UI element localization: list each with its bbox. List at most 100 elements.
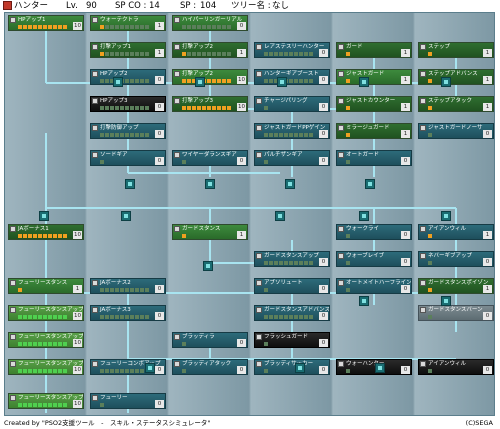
partisan-icon: [256, 152, 262, 158]
skill-node[interactable]: ブラッディサッカー 0: [254, 359, 330, 375]
skill-node[interactable]: ジャストカウンター 1: [336, 96, 412, 112]
skill-node[interactable]: ステップアタック 1: [418, 96, 494, 112]
level-pip: [217, 52, 221, 56]
level-pip: [105, 369, 109, 373]
skill-level-bar: [428, 52, 433, 56]
parry-icon: [256, 98, 262, 104]
skill-node[interactable]: ウォーハンター 0: [336, 359, 412, 375]
skill-node[interactable]: オートガード 0: [336, 150, 412, 166]
skill-level-value: 1: [155, 22, 164, 30]
skill-node[interactable]: フューリースタンスアップ 10: [8, 332, 84, 348]
skill-node[interactable]: HPアップ3 0: [90, 96, 166, 112]
skill-node[interactable]: パルチザンギア 0: [254, 150, 330, 166]
skill-level-value: 10: [73, 231, 82, 239]
skill-node[interactable]: ハイパーリンガーリアル 0: [172, 15, 248, 31]
skill-node[interactable]: ウォークライ 0: [336, 224, 412, 240]
skill-node[interactable]: ウォーブレイブ 0: [336, 251, 412, 267]
skill-node[interactable]: ガードスタンスバーン 0: [418, 305, 494, 321]
class-icon: [3, 1, 12, 10]
skill-node[interactable]: 打撃アップ3 10: [172, 96, 248, 112]
skill-node[interactable]: HPアップ1 10: [8, 15, 84, 31]
skill-node[interactable]: フューリー 0: [90, 393, 166, 409]
skill-node[interactable]: ステップ 1: [418, 42, 494, 58]
skill-node[interactable]: フラッシュガード 0: [254, 332, 330, 348]
level-pip: [28, 403, 32, 407]
footer: Created by "PSO2支援ツール - スキル・ステータスシミュレータ"…: [4, 417, 495, 429]
level-pip: [207, 106, 211, 110]
skill-node[interactable]: ガード 1: [336, 42, 412, 58]
skill-node[interactable]: レアステスリーハンター 0: [254, 42, 330, 58]
skill-node[interactable]: ジャストガードPPゲイン 0: [254, 123, 330, 139]
skill-level-value: 0: [401, 231, 410, 239]
combo-icon: [92, 361, 98, 367]
skill-node[interactable]: フューリースタンスアップ 10: [8, 393, 84, 409]
skill-node[interactable]: アイアンウィル 1: [418, 224, 494, 240]
skill-node[interactable]: ジャストガード 1: [336, 69, 412, 85]
skill-node[interactable]: ガードスタンス 1: [172, 224, 248, 240]
skill-node[interactable]: アイアンウィル 0: [418, 359, 494, 375]
skill-level-value: 0: [483, 312, 492, 320]
skill-level-bar: [100, 79, 150, 83]
skill-node[interactable]: ステップアドバンス 1: [418, 69, 494, 85]
level-pip: [182, 342, 186, 346]
skill-level-value: 0: [237, 339, 246, 347]
skill-node[interactable]: ウォーテクトラ 1: [90, 15, 166, 31]
skill-node[interactable]: アブソリュート 0: [254, 278, 330, 294]
level-pip: [299, 315, 303, 319]
skill-level-value: 0: [319, 103, 328, 111]
level-pip: [217, 25, 221, 29]
level-pip: [43, 342, 47, 346]
skill-node[interactable]: ワイヤーダランスギア 0: [172, 150, 248, 166]
rare-icon: [256, 44, 262, 50]
skill-node[interactable]: フューリースタンスアップ 10: [8, 359, 84, 375]
skill-node[interactable]: ブラッディラ 0: [172, 332, 248, 348]
skill-node[interactable]: 打撃アップ2 10: [172, 69, 248, 85]
skill-name: JAボーナス1: [18, 226, 49, 232]
level-pip: [110, 52, 114, 56]
level-pip: [58, 403, 62, 407]
level-pip: [140, 52, 144, 56]
skill-node[interactable]: チャージパリング 0: [254, 96, 330, 112]
level-pip: [140, 106, 144, 110]
level-pip: [264, 133, 268, 137]
skill-level-value: 1: [73, 285, 82, 293]
level-pip: [58, 342, 62, 346]
level-pip: [110, 288, 114, 292]
skill-node[interactable]: フューリースタンス 1: [8, 278, 84, 294]
skill-node[interactable]: ソードギア 0: [90, 150, 166, 166]
level-pip: [23, 25, 27, 29]
skill-node[interactable]: ミラージュガード 1: [336, 123, 412, 139]
skill-node[interactable]: JAボーナス1 10: [8, 224, 84, 240]
skill-node[interactable]: JAボーナス2 0: [90, 278, 166, 294]
skill-node[interactable]: 打撃防御アップ 0: [90, 123, 166, 139]
level-pip: [269, 133, 273, 137]
skill-node[interactable]: ハンターギアブースト 0: [254, 69, 330, 85]
level-pip: [304, 261, 308, 265]
level-pip: [274, 261, 278, 265]
level-pip: [130, 52, 134, 56]
level-pip: [202, 106, 206, 110]
skill-node[interactable]: JAボーナス3 0: [90, 305, 166, 321]
skill-node[interactable]: ブラッディアタック 0: [172, 359, 248, 375]
level-pip: [289, 79, 293, 83]
skill-node[interactable]: ガードスタンスアドバンス 0: [254, 305, 330, 321]
skill-level-bar: [18, 315, 68, 319]
skill-node[interactable]: ガードスタンスアップ 0: [254, 251, 330, 267]
skill-node[interactable]: ガードスタンスポイゾン 1: [418, 278, 494, 294]
level-pip: [115, 369, 119, 373]
skill-name: JAボーナス2: [100, 280, 131, 286]
skill-node[interactable]: 打撃アップ2 1: [172, 42, 248, 58]
skill-node[interactable]: HPアップ2 0: [90, 69, 166, 85]
level-pip: [105, 25, 109, 29]
level-pip: [53, 342, 57, 346]
skill-node[interactable]: ネバーギブアップ 0: [418, 251, 494, 267]
skill-node[interactable]: フューリースタンスアップ 10: [8, 305, 84, 321]
level-pip: [264, 106, 268, 110]
attack-icon: [174, 17, 180, 23]
level-pip: [304, 315, 308, 319]
skill-name: ハイパーリンガーリアル: [182, 17, 243, 23]
skill-node[interactable]: オートメイトハーフライン 0: [336, 278, 412, 294]
skill-node[interactable]: ジャストガードノーサ 0: [418, 123, 494, 139]
level-pip: [18, 234, 22, 238]
skill-node[interactable]: 打撃アップ1 1: [90, 42, 166, 58]
